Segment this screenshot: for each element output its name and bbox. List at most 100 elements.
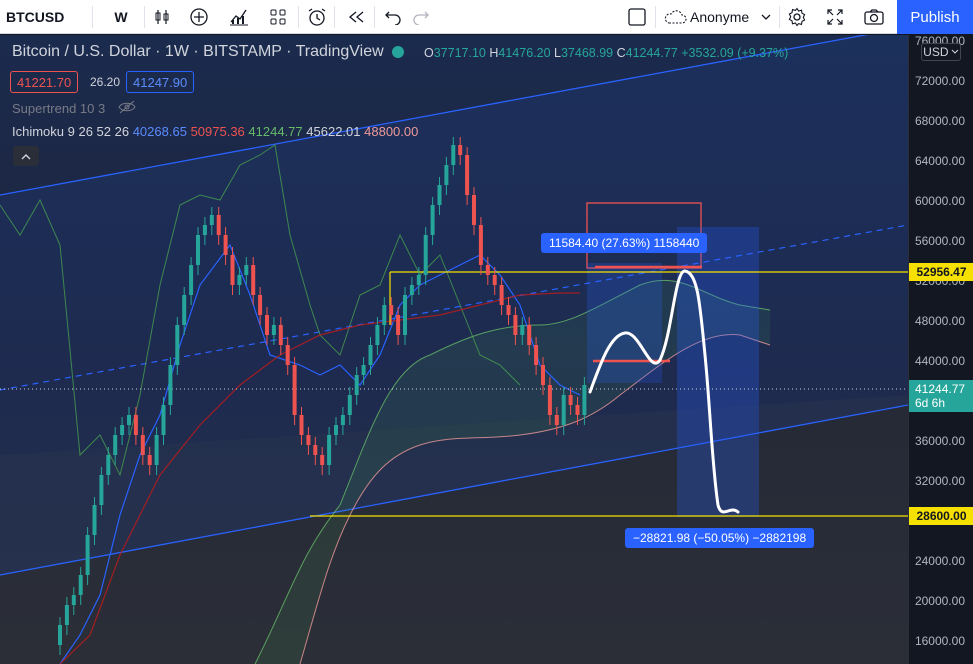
candle-body [409,285,414,295]
toolbar-divider [92,6,93,28]
candle-body [472,195,476,225]
replay-icon[interactable] [343,0,369,34]
price-tick-label: 16000.00 [914,634,965,648]
candle-body [361,365,366,375]
candle-body [251,265,256,295]
candle-body [78,575,83,595]
candle-body [430,205,435,235]
level-high-tag: 52956.47 [909,263,973,281]
alert-icon[interactable] [304,0,330,34]
candle-body [223,235,228,255]
candle-body [389,305,394,315]
candle-body [92,505,97,535]
toolbar-divider [655,6,656,28]
short-position-box [677,227,759,517]
interval-button[interactable]: W [104,0,138,34]
spread-value: 26.20 [90,75,121,89]
currency-select[interactable]: USD [921,43,961,61]
candle-body [209,215,214,225]
chevron-down-icon[interactable] [758,0,774,34]
candle-body [237,275,242,285]
candle-body [244,265,249,275]
buy-price-button[interactable]: 41247.90 [126,71,195,93]
measure-up-label: 11584.40 (27.63%) 1158440 [541,233,708,253]
open-key: O [424,46,434,60]
candle-body [271,325,276,335]
measure-down-label: −28821.98 (−50.05%) −2882198 [625,528,815,548]
candle-body [334,425,338,435]
candle-body [285,345,290,365]
candle-body [196,235,200,265]
price-tick-label: 44000.00 [914,354,965,368]
chevron-down-icon [951,49,959,54]
candle-body [133,415,138,435]
bar-countdown: 6d 6h [915,396,946,410]
toolbar-divider [374,6,375,28]
candle-body [292,365,297,415]
close-value: 41244.77 [625,46,678,60]
candle-body [306,435,311,445]
candle-body [575,405,580,415]
collapse-legend-button[interactable] [13,146,39,166]
redo-icon[interactable] [408,0,434,34]
templates-icon[interactable] [265,0,291,34]
fullscreen-icon[interactable] [822,0,848,34]
candle-style-icon[interactable] [150,0,174,34]
level-low-tag: 28600.00 [909,507,973,525]
candle-body [347,395,352,415]
chart-pane[interactable]: Bitcoin / U.S. Dollar · 1W · BITSTAMP · … [0,35,908,664]
candle-body [71,595,76,605]
ichimoku-lead-b: 48800.00 [364,124,419,139]
camera-icon[interactable] [861,0,887,34]
candle-body [382,305,387,325]
price-tick-label: 24000.00 [914,554,965,568]
candle-body [58,625,62,645]
ichimoku-conversion: 40268.65 [132,124,187,139]
candle-body [423,235,428,275]
candle-body [458,145,463,155]
indicators-icon[interactable] [226,0,252,34]
candle-body [437,185,442,205]
candle-body [478,225,483,265]
top-toolbar: BTCUSD W Anonyme Publish [0,0,973,34]
candle-body [258,295,263,315]
candle-body [64,605,69,625]
undo-icon[interactable] [380,0,406,34]
symbol-description: Bitcoin / U.S. Dollar · 1W · BITSTAMP · … [12,43,384,60]
compare-icon[interactable] [186,0,212,34]
candle-body [127,415,131,425]
candle-body [499,285,504,305]
ichimoku-legend[interactable]: Ichimoku 9 26 52 26 40268.65 50975.36 41… [12,124,418,139]
ichimoku-lagging: 41244.77 [248,124,303,139]
toolbar-divider [144,6,145,28]
candle-body [492,275,497,285]
settings-icon[interactable] [784,0,810,34]
symbol-search-button[interactable]: BTCUSD [6,0,76,34]
supertrend-indicator-label[interactable]: Supertrend 10 3 [12,101,105,116]
candle-body [568,395,573,405]
open-value: 37717.10 [433,46,486,60]
candle-body [554,415,559,425]
candle-body [161,405,166,435]
layout-toggle-icon[interactable] [624,0,650,34]
price-tick-label: 64000.00 [914,154,965,168]
sell-price-button[interactable]: 41221.70 [10,71,79,93]
candle-body [513,315,518,335]
candle-body [189,265,194,295]
eye-hidden-icon[interactable] [118,100,136,119]
candle-body [444,165,449,185]
candle-body [175,325,180,365]
change-value: +3532.09 (+9.37%) [681,46,789,60]
candle-body [278,325,283,345]
price-tick-label: 68000.00 [914,114,965,128]
price-axis[interactable]: 76000.00 72000.00 68000.00 64000.00 60000.00… [908,34,973,664]
publish-button[interactable]: Publish [897,0,973,34]
layout-name[interactable]: Anonyme [690,0,756,34]
candle-body [354,375,359,395]
chevron-up-icon [21,153,31,159]
low-value: 37468.99 [560,46,614,60]
candle-body [506,305,511,315]
candle-body [106,455,111,475]
candle-body [416,275,421,285]
candle-body [485,265,490,275]
